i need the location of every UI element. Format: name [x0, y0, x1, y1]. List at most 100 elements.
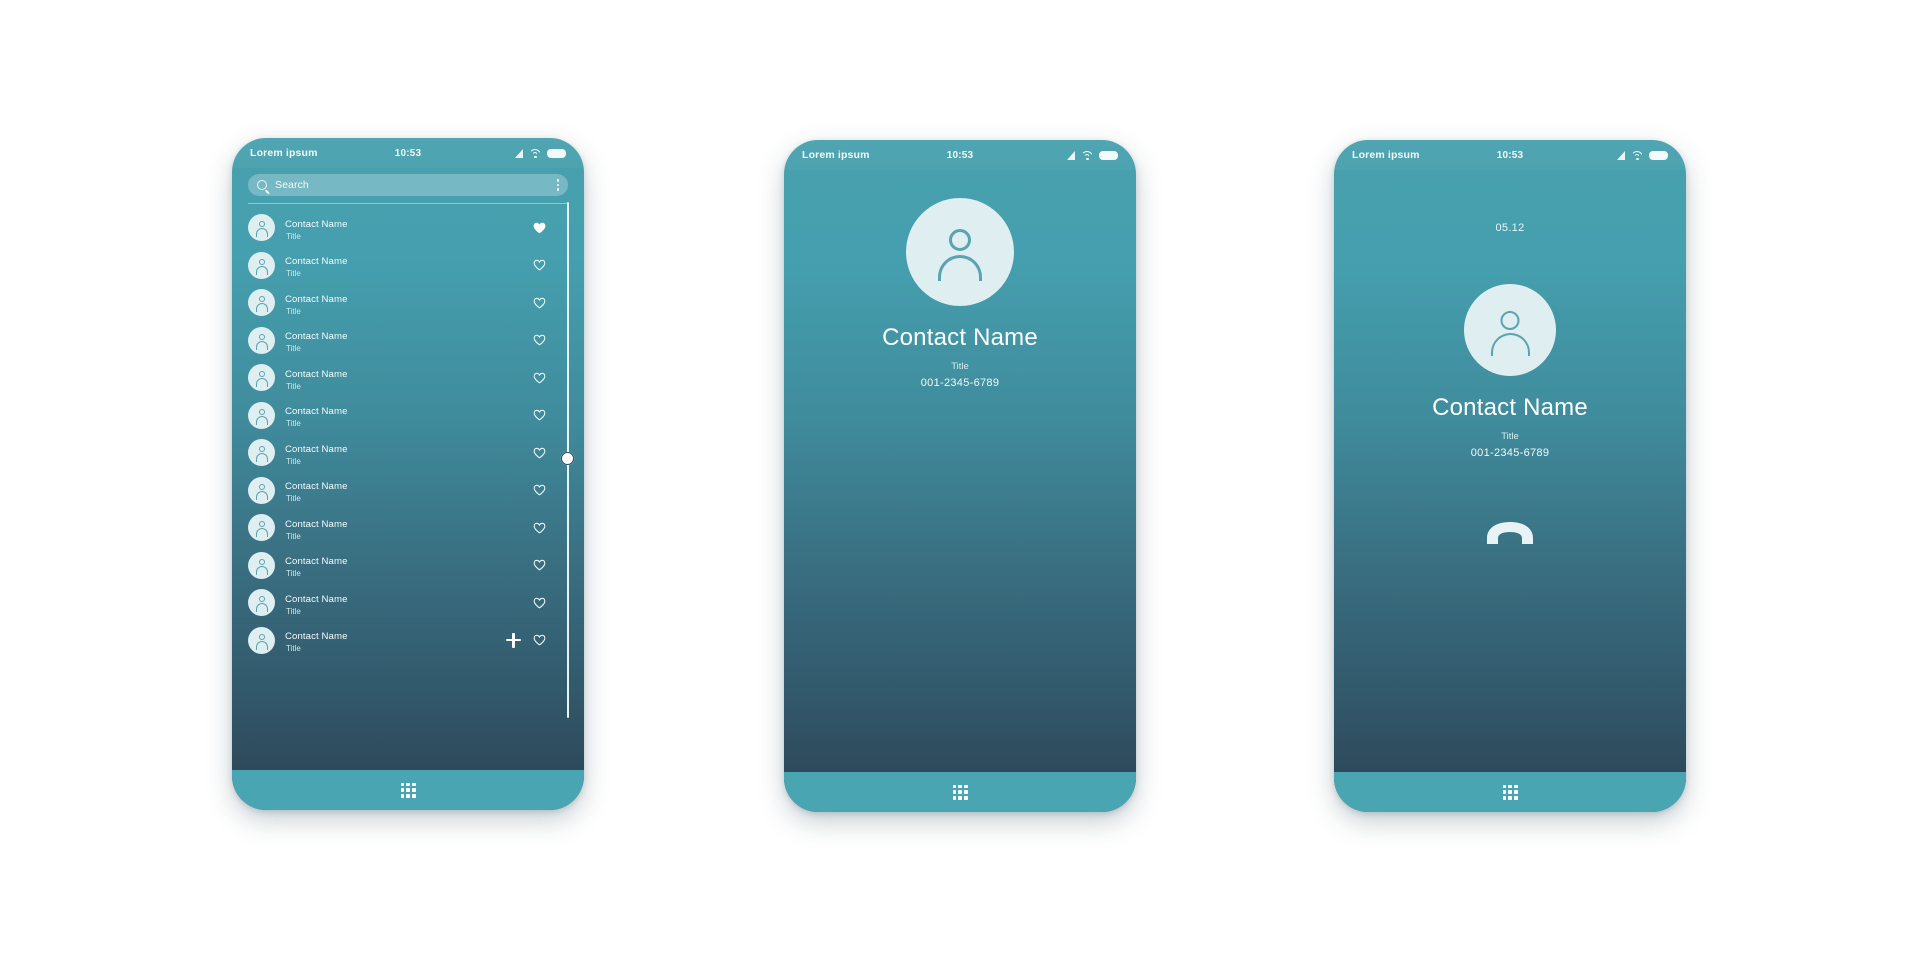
contact-list-item[interactable]: Contact Name Title: [232, 509, 584, 547]
favorite-icon-outline[interactable]: [533, 634, 546, 646]
contact-list-item[interactable]: Contact Name Title: [232, 247, 584, 285]
avatar: [248, 364, 275, 392]
battery-icon: [1099, 150, 1118, 160]
person-avatar-icon: [255, 558, 269, 575]
avatar: [248, 439, 275, 467]
avatar: [248, 401, 275, 429]
contact-text: Contact Name Title: [285, 214, 348, 242]
favorite-icon-outline[interactable]: [533, 597, 546, 609]
contact-list-item[interactable]: Contact Name Title: [232, 434, 584, 472]
contact-text: Contact Name Title: [285, 551, 348, 579]
phone-active-call: Lorem ipsum 10:53 05.12 Contact Name Tit…: [1334, 140, 1686, 812]
contact-text: Contact Name Title: [285, 626, 348, 654]
avatar: [248, 551, 275, 579]
grid-apps-icon[interactable]: [1502, 784, 1518, 800]
favorite-icon-outline[interactable]: [533, 484, 546, 496]
favorite-icon-outline[interactable]: [533, 409, 546, 421]
contact-list-item[interactable]: Contact Name Title: [232, 397, 584, 435]
person-avatar-icon: [255, 333, 269, 350]
contact-list-screen: Lorem ipsum 10:53 Search Contact Name Tit…: [232, 138, 584, 770]
favorite-icon-outline[interactable]: [533, 372, 546, 384]
contact-title: Title: [286, 456, 301, 466]
status-bar: Lorem ipsum 10:53: [784, 140, 1136, 170]
favorite-icon-outline[interactable]: [533, 447, 546, 459]
person-avatar-icon: [255, 371, 269, 388]
favorite-icon-outline[interactable]: [533, 559, 546, 571]
status-bar: Lorem ipsum 10:53: [232, 138, 584, 168]
contact-name: Contact Name: [1432, 394, 1588, 421]
avatar: [248, 514, 275, 542]
bottom-nav-bar: [232, 770, 584, 810]
contact-title: Title: [286, 419, 301, 429]
grid-apps-icon[interactable]: [952, 784, 968, 800]
call-contact-body: Contact Name Title 001-2345-6789: [1334, 234, 1686, 545]
contact-detail-screen: Lorem ipsum 10:53 Contact Name Title 001…: [784, 140, 1136, 772]
battery-icon: [547, 148, 566, 158]
person-avatar-icon: [255, 521, 269, 538]
avatar: [248, 589, 275, 617]
contact-name: Contact Name: [285, 256, 348, 268]
contact-list-item[interactable]: Contact Name Title: [232, 322, 584, 360]
contact-list-item[interactable]: Contact Name Title: [232, 472, 584, 510]
avatar: [248, 214, 275, 242]
favorite-icon-outline[interactable]: [533, 259, 546, 271]
contact-name: Contact Name: [285, 518, 348, 530]
contact-title: Title: [1501, 431, 1519, 442]
person-avatar-icon: [255, 258, 269, 275]
contact-list-item[interactable]: Contact Name Title: [232, 547, 584, 585]
wifi-icon: [529, 148, 541, 158]
avatar: [248, 626, 275, 654]
scrollbar[interactable]: [561, 202, 575, 718]
grid-apps-icon[interactable]: [400, 782, 416, 798]
contact-name: Contact Name: [285, 593, 348, 605]
person-avatar-icon: [255, 483, 269, 500]
add-contact-button[interactable]: [506, 632, 521, 648]
search-placeholder: Search: [275, 179, 309, 191]
signal-icon: [1617, 150, 1625, 160]
favorite-icon-outline[interactable]: [533, 334, 546, 346]
row-actions: [506, 632, 566, 648]
contact-title: Title: [286, 231, 301, 241]
status-bar-icons: [1617, 150, 1668, 160]
status-bar-icons: [1067, 150, 1118, 160]
avatar: [248, 326, 275, 354]
contact-title: Title: [286, 531, 301, 541]
contact-title: Title: [286, 269, 301, 279]
mobile-ui-mockup-canvas: Lorem ipsum 10:53 Search Contact Name Tit…: [0, 0, 1920, 960]
signal-icon: [1067, 150, 1075, 160]
active-call-screen: Lorem ipsum 10:53 05.12 Contact Name Tit…: [1334, 140, 1686, 772]
status-bar: Lorem ipsum 10:53: [1334, 140, 1686, 170]
favorite-icon-filled[interactable]: [533, 222, 546, 234]
person-avatar-icon: [255, 296, 269, 313]
contact-text: Contact Name Title: [285, 251, 348, 279]
person-avatar-icon: [906, 198, 1014, 306]
call-timer: 05.12: [1495, 222, 1525, 234]
contact-phone: 001-2345-6789: [1470, 447, 1550, 459]
contact-title: Title: [286, 381, 301, 391]
contact-list-item[interactable]: Contact Name Title: [232, 284, 584, 322]
signal-icon: [515, 148, 523, 158]
kebab-menu-icon[interactable]: [556, 179, 559, 191]
contact-detail-body: Contact Name Title 001-2345-6789: [784, 170, 1136, 389]
contact-title: Title: [951, 361, 969, 372]
status-bar-icons: [515, 148, 566, 158]
scrollbar-thumb[interactable]: [561, 452, 574, 466]
search-input[interactable]: Search: [248, 174, 568, 196]
contact-list-item[interactable]: Contact Name Title: [232, 209, 584, 247]
avatar: [248, 289, 275, 317]
search-bar-container: Search: [232, 168, 584, 196]
contact-text: Contact Name Title: [285, 289, 348, 317]
contact-list-item[interactable]: Contact Name Title: [232, 359, 584, 397]
end-call-handset-icon[interactable]: [1484, 519, 1536, 545]
contact-name: Contact Name: [285, 293, 348, 305]
favorite-icon-outline[interactable]: [533, 522, 546, 534]
contact-text: Contact Name Title: [285, 514, 348, 542]
bottom-nav-bar: [784, 772, 1136, 812]
contact-phone[interactable]: 001-2345-6789: [784, 377, 1136, 389]
person-avatar-icon: [255, 633, 269, 650]
favorite-icon-outline[interactable]: [533, 297, 546, 309]
person-avatar-icon: [255, 408, 269, 425]
contact-list-item[interactable]: Contact Name Title: [232, 584, 584, 622]
contact-list-item[interactable]: Contact Name Title: [232, 622, 584, 660]
search-icon: [257, 180, 267, 190]
